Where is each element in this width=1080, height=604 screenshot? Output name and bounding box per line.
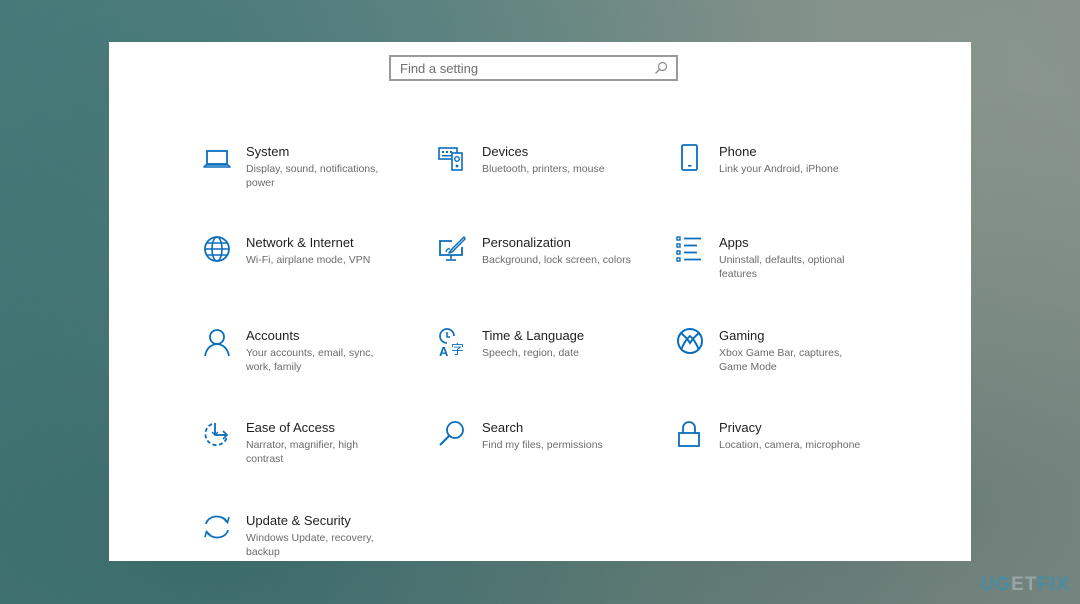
svg-text:字: 字 (451, 343, 464, 358)
watermark-part: UG (980, 574, 1012, 595)
svg-text:A: A (439, 344, 449, 358)
category-description: Xbox Game Bar, captures, Game Mode (719, 347, 843, 373)
search-icon[interactable] (654, 61, 668, 75)
category-time-language[interactable]: A字 Time & Language Speech, region, date (438, 328, 668, 398)
category-description: Speech, region, date (482, 347, 579, 359)
keyboard-speaker-icon (438, 144, 468, 174)
xbox-icon (675, 328, 705, 358)
category-phone[interactable]: Phone Link your Android, iPhone (675, 144, 905, 214)
category-title: Phone (719, 144, 757, 159)
watermark-part: ET (1011, 574, 1038, 595)
category-title: Update & Security (246, 513, 351, 528)
category-description: Your accounts, email, sync, work, family (246, 347, 374, 373)
category-title: Network & Internet (246, 235, 354, 250)
category-description: Bluetooth, printers, mouse (482, 163, 605, 175)
category-title: Personalization (482, 235, 571, 250)
category-title: Ease of Access (246, 420, 335, 435)
watermark-part: FIX (1037, 574, 1070, 595)
category-description: Uninstall, defaults, optional features (719, 254, 845, 280)
category-description: Display, sound, notifications, power (246, 163, 379, 189)
category-devices[interactable]: Devices Bluetooth, printers, mouse (438, 144, 668, 214)
laptop-icon (202, 144, 232, 174)
category-privacy[interactable]: Privacy Location, camera, microphone (675, 420, 905, 490)
phone-icon (675, 144, 705, 174)
category-update-security[interactable]: Update & Security Windows Update, recove… (202, 513, 432, 583)
category-title: Accounts (246, 328, 300, 343)
category-personalization[interactable]: Personalization Background, lock screen,… (438, 235, 668, 305)
category-description: Location, camera, microphone (719, 439, 861, 451)
search-input[interactable] (391, 57, 654, 79)
magnifier-icon (438, 420, 468, 450)
category-title: Time & Language (482, 328, 585, 343)
time-language-icon: A字 (438, 328, 468, 358)
category-ease-of-access[interactable]: Ease of Access Narrator, magnifier, high… (202, 420, 432, 490)
category-search[interactable]: Search Find my files, permissions (438, 420, 668, 490)
category-title: Apps (719, 235, 749, 250)
category-description: Link your Android, iPhone (719, 163, 839, 175)
category-title: Devices (482, 144, 529, 159)
category-description: Wi-Fi, airplane mode, VPN (246, 254, 371, 266)
category-description: Background, lock screen, colors (482, 254, 631, 266)
person-icon (202, 328, 232, 358)
paintbrush-monitor-icon (438, 235, 468, 265)
category-title: Privacy (719, 420, 762, 435)
category-system[interactable]: System Display, sound, notifications, po… (202, 144, 432, 214)
list-icon (675, 235, 705, 265)
globe-icon (202, 235, 232, 265)
category-title: System (246, 144, 290, 159)
category-apps[interactable]: Apps Uninstall, defaults, optional featu… (675, 235, 905, 305)
settings-window: System Display, sound, notifications, po… (109, 42, 971, 561)
category-title: Gaming (719, 328, 765, 343)
category-gaming[interactable]: Gaming Xbox Game Bar, captures, Game Mod… (675, 328, 905, 398)
category-network-internet[interactable]: Network & Internet Wi-Fi, airplane mode,… (202, 235, 432, 305)
category-title: Search (482, 420, 524, 435)
lock-icon (675, 420, 705, 450)
category-description: Narrator, magnifier, high contrast (246, 439, 359, 465)
category-description: Find my files, permissions (482, 439, 603, 451)
category-description: Windows Update, recovery, backup (246, 532, 374, 558)
ease-of-access-icon (202, 420, 232, 450)
search-box[interactable] (389, 55, 678, 81)
watermark-logo: UGETFIX (981, 574, 1070, 596)
sync-arrows-icon (202, 513, 232, 543)
category-accounts[interactable]: Accounts Your accounts, email, sync, wor… (202, 328, 432, 398)
